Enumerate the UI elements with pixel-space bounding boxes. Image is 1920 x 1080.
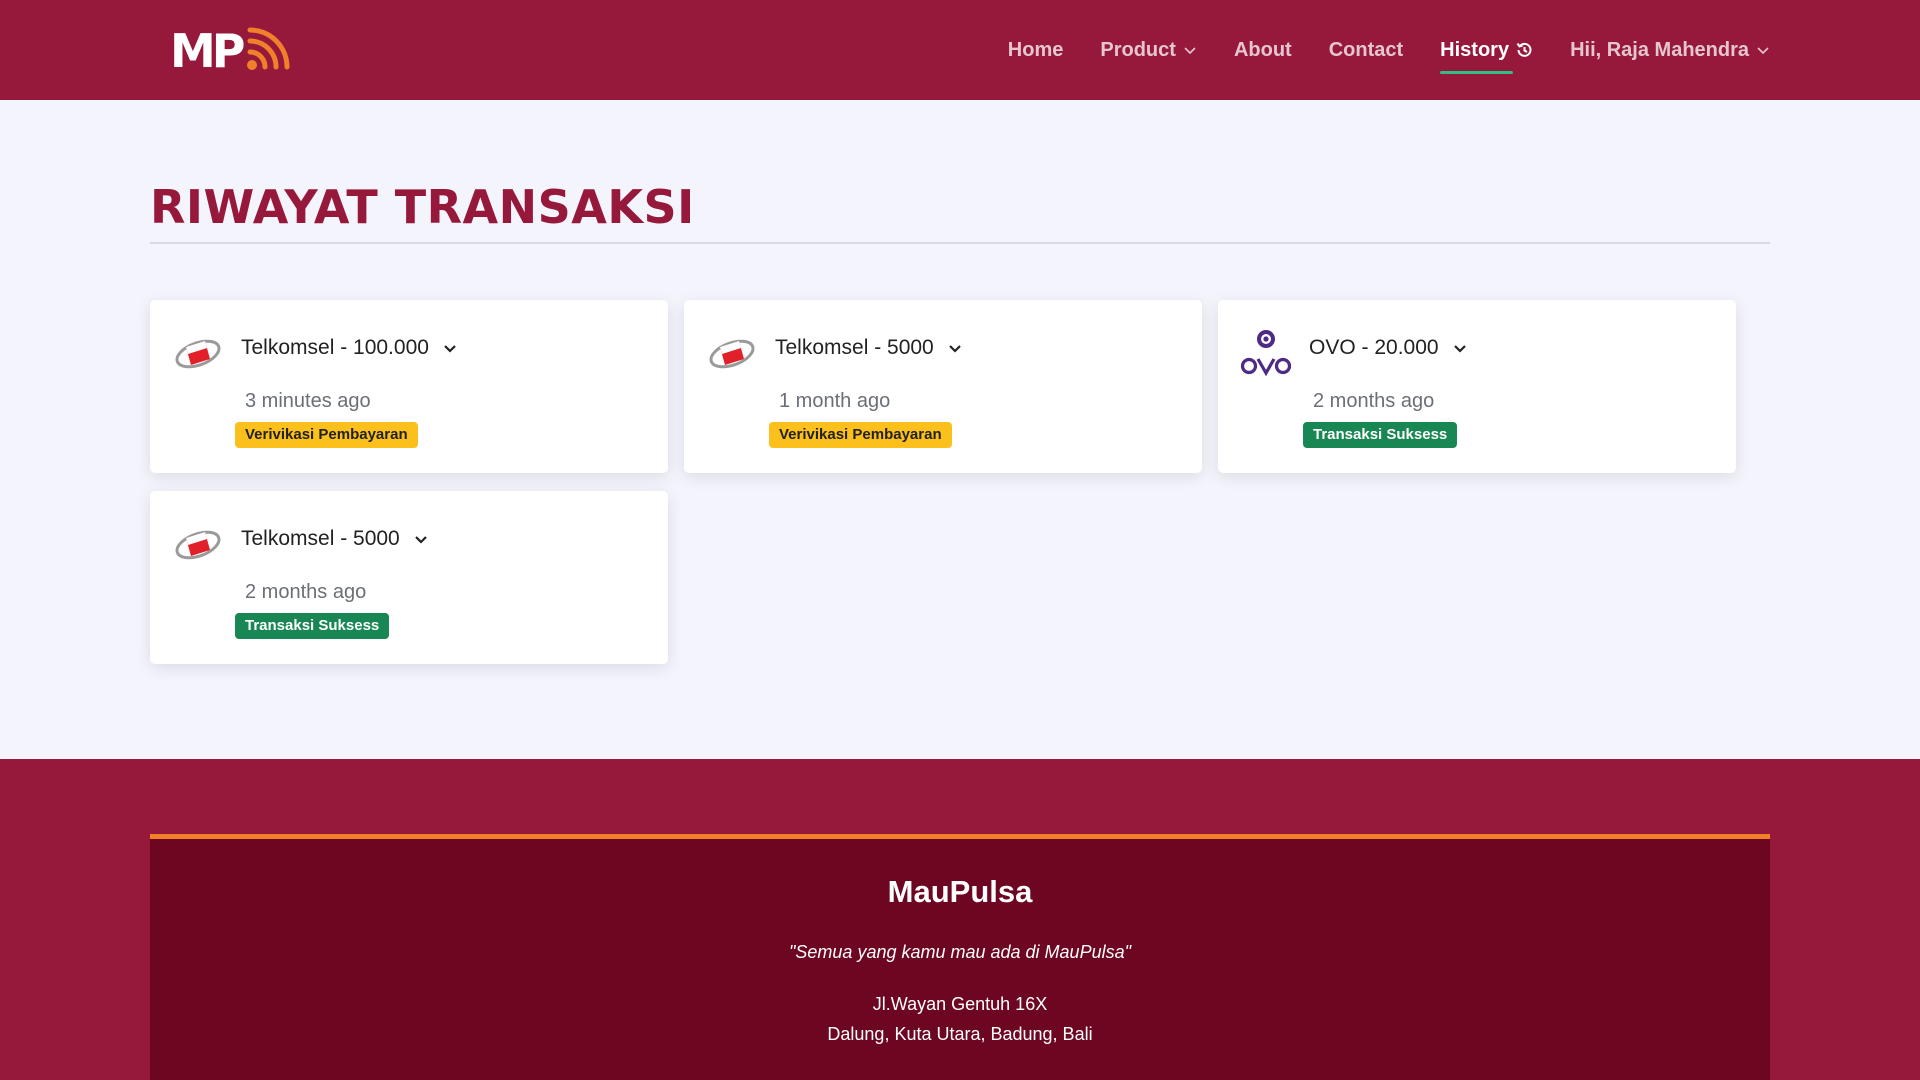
nav-product-label: Product — [1100, 38, 1176, 61]
transaction-title-text: Telkomsel - 5000 — [775, 336, 934, 359]
chevron-down-icon — [1184, 47, 1196, 55]
brand-logo[interactable]: MP — [170, 26, 290, 76]
footer: MauPulsa "Semua yang kamu mau ada di Mau… — [0, 759, 1920, 1080]
nav-menu: Home Product About Contact History Hii, … — [971, 0, 1770, 100]
nav-user-dropdown[interactable]: Hii, Raja Mahendra — [1570, 0, 1770, 100]
nav-user-label: Hii, Raja Mahendra — [1570, 38, 1749, 61]
title-divider — [150, 242, 1770, 244]
footer-tagline: "Semua yang kamu mau ada di MauPulsa" — [789, 942, 1131, 962]
page-title: RIWAYAT TRANSAKSI — [150, 180, 695, 234]
transaction-time: 2 months ago — [245, 581, 367, 603]
transaction-card[interactable]: Telkomsel - 5000 2 months ago Transaksi … — [150, 491, 668, 664]
transaction-time: 3 minutes ago — [245, 390, 371, 412]
transaction-card[interactable]: OVO - 20.000 2 months ago Transaksi Suks… — [1218, 300, 1736, 473]
nav-contact-label: Contact — [1328, 38, 1404, 61]
transaction-card[interactable]: Telkomsel - 5000 1 month ago Verivikasi … — [684, 300, 1202, 473]
transaction-card[interactable]: Telkomsel - 100.000 3 minutes ago Verivi… — [150, 300, 668, 473]
telkomsel-logo-icon — [175, 530, 221, 560]
nav-history-label: History — [1440, 38, 1510, 61]
status-badge: Transaksi Suksess — [235, 613, 390, 639]
telkomsel-logo-icon — [709, 339, 755, 369]
footer-address-line1: Jl.Wayan Gentuh 16X — [872, 994, 1048, 1014]
transaction-title-text: Telkomsel - 100.000 — [241, 336, 429, 359]
nav-history[interactable]: History — [1440, 0, 1533, 100]
ovo-logo-icon — [1240, 330, 1292, 377]
transaction-title-text: OVO - 20.000 — [1309, 336, 1439, 359]
footer-brand: MauPulsa — [887, 874, 1033, 909]
chevron-down-icon — [1757, 47, 1769, 55]
transaction-time: 2 months ago — [1313, 390, 1435, 412]
signal-icon — [246, 27, 289, 70]
transaction-title: OVO - 20.000 — [1309, 336, 1468, 360]
logo-text: MP — [170, 24, 245, 78]
transaction-title: Telkomsel - 100.000 — [241, 336, 458, 360]
nav-about-label: About — [1233, 38, 1292, 61]
transaction-title-text: Telkomsel - 5000 — [241, 527, 400, 550]
nav-home[interactable]: Home — [1008, 0, 1064, 100]
history-icon — [1516, 42, 1532, 57]
status-badge: Transaksi Suksess — [1303, 422, 1458, 448]
telkomsel-logo-icon — [175, 339, 221, 369]
transaction-time: 1 month ago — [779, 390, 891, 412]
footer-address-line2: Dalung, Kuta Utara, Badung, Bali — [827, 1024, 1093, 1044]
transaction-title: Telkomsel - 5000 — [241, 527, 429, 551]
status-badge: Verivikasi Pembayaran — [769, 422, 952, 448]
status-badge: Verivikasi Pembayaran — [235, 422, 418, 448]
chevron-down-icon[interactable] — [1452, 340, 1468, 356]
chevron-down-icon[interactable] — [947, 340, 963, 356]
chevron-down-icon[interactable] — [413, 531, 429, 547]
chevron-down-icon[interactable] — [442, 340, 458, 356]
nav-product-dropdown[interactable]: Product — [1100, 0, 1197, 100]
nav-about[interactable]: About — [1234, 0, 1292, 100]
nav-home-label: Home — [1007, 38, 1064, 61]
nav-contact[interactable]: Contact — [1329, 0, 1403, 100]
transaction-title: Telkomsel - 5000 — [775, 336, 963, 360]
navbar: MP Home Product About Contact History Hi… — [0, 0, 1920, 100]
footer-panel: MauPulsa "Semua yang kamu mau ada di Mau… — [150, 834, 1770, 1080]
